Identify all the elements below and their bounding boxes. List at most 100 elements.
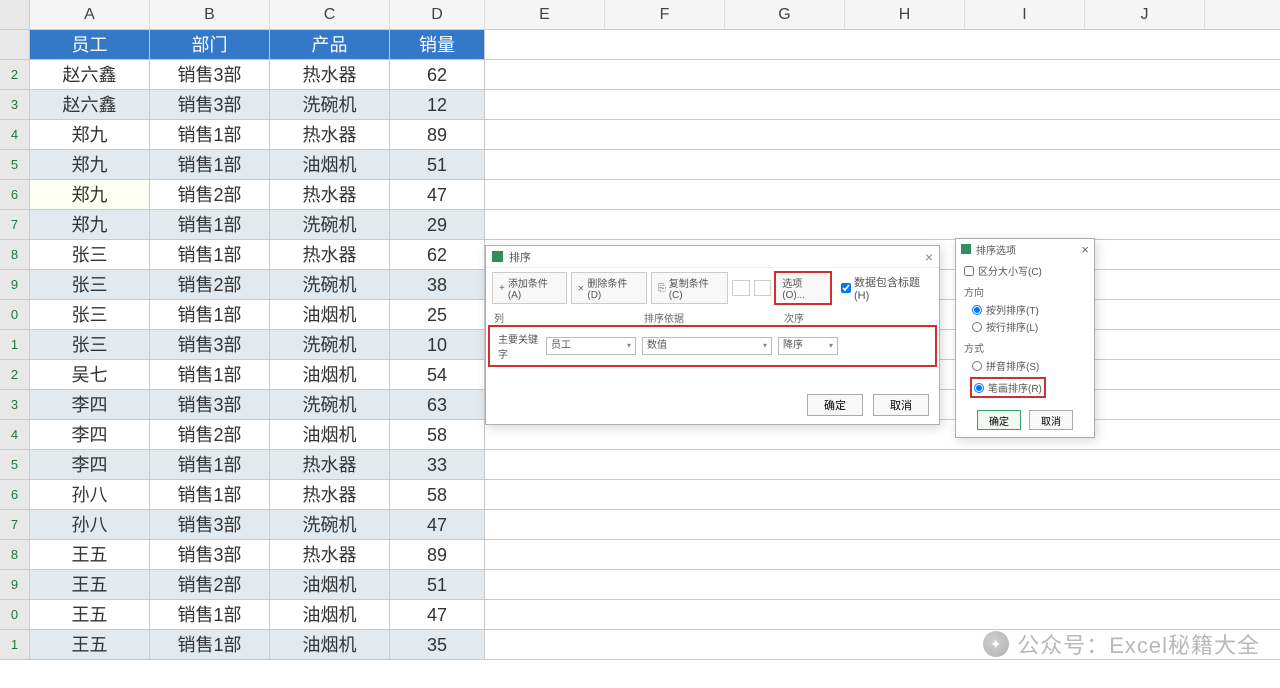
cell-product[interactable]: 热水器 <box>270 540 390 569</box>
move-up-button[interactable] <box>732 280 750 296</box>
cell-product[interactable]: 热水器 <box>270 450 390 479</box>
move-down-button[interactable] <box>754 280 772 296</box>
cell-department[interactable]: 销售1部 <box>150 480 270 509</box>
cell-employee[interactable]: 赵六鑫 <box>30 90 150 119</box>
cell-department[interactable]: 销售1部 <box>150 600 270 629</box>
cell-employee[interactable]: 王五 <box>30 570 150 599</box>
cell-quantity[interactable]: 38 <box>390 270 485 299</box>
cell-quantity[interactable]: 51 <box>390 150 485 179</box>
cell-quantity[interactable]: 33 <box>390 450 485 479</box>
add-condition-button[interactable]: 添加条件(A) <box>492 272 567 304</box>
cell-employee[interactable]: 孙八 <box>30 480 150 509</box>
sort-order-dropdown[interactable]: 降序▾ <box>778 337 838 355</box>
sort-left-to-right-radio[interactable]: 按行排序(L) <box>972 319 1086 334</box>
cell-employee[interactable]: 李四 <box>30 420 150 449</box>
cell-product[interactable]: 洗碗机 <box>270 210 390 239</box>
cell-department[interactable]: 销售1部 <box>150 450 270 479</box>
cell-department[interactable]: 销售1部 <box>150 300 270 329</box>
cell-department[interactable]: 销售1部 <box>150 210 270 239</box>
delete-condition-button[interactable]: 删除条件(D) <box>571 272 647 304</box>
cell-product[interactable]: 油烟机 <box>270 600 390 629</box>
cell-product[interactable]: 油烟机 <box>270 570 390 599</box>
row-number[interactable]: 4 <box>0 120 30 149</box>
cell-department[interactable]: 销售2部 <box>150 420 270 449</box>
header-cell[interactable]: 员工 <box>30 30 150 59</box>
cell-quantity[interactable]: 25 <box>390 300 485 329</box>
cell-product[interactable]: 洗碗机 <box>270 390 390 419</box>
cell-department[interactable]: 销售3部 <box>150 510 270 539</box>
cell-product[interactable]: 热水器 <box>270 480 390 509</box>
row-number[interactable]: 6 <box>0 480 30 509</box>
sort-on-dropdown[interactable]: 数值▾ <box>642 337 772 355</box>
cell-employee[interactable]: 郑九 <box>30 180 150 209</box>
col-header-C[interactable]: C <box>270 0 390 29</box>
cell-quantity[interactable]: 89 <box>390 120 485 149</box>
row-number[interactable]: 3 <box>0 90 30 119</box>
cell-quantity[interactable]: 47 <box>390 510 485 539</box>
col-header-E[interactable]: E <box>485 0 605 29</box>
cell-department[interactable]: 销售2部 <box>150 270 270 299</box>
cell-quantity[interactable]: 51 <box>390 570 485 599</box>
sort-ok-button[interactable]: 确定 <box>807 394 863 416</box>
cell-quantity[interactable]: 63 <box>390 390 485 419</box>
cell-department[interactable]: 销售2部 <box>150 570 270 599</box>
row-number[interactable]: 5 <box>0 450 30 479</box>
options-cancel-button[interactable]: 取消 <box>1029 410 1073 430</box>
cell-employee[interactable]: 张三 <box>30 270 150 299</box>
cell-department[interactable]: 销售3部 <box>150 540 270 569</box>
cell-quantity[interactable]: 62 <box>390 240 485 269</box>
header-checkbox-input[interactable] <box>841 283 851 293</box>
cell-quantity[interactable]: 62 <box>390 60 485 89</box>
header-cell[interactable]: 销量 <box>390 30 485 59</box>
row-number[interactable]: 0 <box>0 300 30 329</box>
cell-employee[interactable]: 王五 <box>30 540 150 569</box>
cell-employee[interactable]: 孙八 <box>30 510 150 539</box>
cell-quantity[interactable]: 89 <box>390 540 485 569</box>
cell-quantity[interactable]: 10 <box>390 330 485 359</box>
case-checkbox-input[interactable] <box>964 266 974 276</box>
row-number[interactable]: 7 <box>0 210 30 239</box>
row-number[interactable]: 1 <box>0 330 30 359</box>
cell-department[interactable]: 销售2部 <box>150 180 270 209</box>
row-number[interactable]: 1 <box>0 630 30 659</box>
copy-condition-button[interactable]: 复制条件(C) <box>651 272 728 304</box>
pinyin-sort-radio[interactable]: 拼音排序(S) <box>972 358 1086 373</box>
row-number[interactable]: 8 <box>0 240 30 269</box>
sort-dialog-titlebar[interactable]: 排序 × <box>486 246 939 268</box>
cell-product[interactable]: 洗碗机 <box>270 270 390 299</box>
cell-employee[interactable]: 郑九 <box>30 120 150 149</box>
options-dialog-titlebar[interactable]: 排序选项 × <box>956 239 1094 259</box>
cell-product[interactable]: 洗碗机 <box>270 90 390 119</box>
header-cell[interactable]: 部门 <box>150 30 270 59</box>
row-number[interactable]: 8 <box>0 540 30 569</box>
cell-quantity[interactable]: 12 <box>390 90 485 119</box>
col-header-H[interactable]: H <box>845 0 965 29</box>
row-number[interactable]: 2 <box>0 60 30 89</box>
header-cell[interactable]: 产品 <box>270 30 390 59</box>
col-header-G[interactable]: G <box>725 0 845 29</box>
cell-department[interactable]: 销售1部 <box>150 120 270 149</box>
cell-product[interactable]: 油烟机 <box>270 630 390 659</box>
cell-employee[interactable]: 李四 <box>30 390 150 419</box>
cell-product[interactable]: 热水器 <box>270 180 390 209</box>
cell-department[interactable]: 销售1部 <box>150 150 270 179</box>
col-header-A[interactable]: A <box>30 0 150 29</box>
cell-employee[interactable]: 吴七 <box>30 360 150 389</box>
col-header-J[interactable]: J <box>1085 0 1205 29</box>
cell-product[interactable]: 洗碗机 <box>270 510 390 539</box>
cell-product[interactable]: 热水器 <box>270 120 390 149</box>
cell-product[interactable]: 油烟机 <box>270 150 390 179</box>
cell-department[interactable]: 销售3部 <box>150 330 270 359</box>
cell-employee[interactable]: 郑九 <box>30 210 150 239</box>
row-number[interactable]: 5 <box>0 150 30 179</box>
cell-department[interactable]: 销售1部 <box>150 240 270 269</box>
cell-employee[interactable]: 王五 <box>30 630 150 659</box>
cell-employee[interactable]: 王五 <box>30 600 150 629</box>
cell-product[interactable]: 油烟机 <box>270 420 390 449</box>
cell-product[interactable]: 洗碗机 <box>270 330 390 359</box>
col-header-B[interactable]: B <box>150 0 270 29</box>
sort-cancel-button[interactable]: 取消 <box>873 394 929 416</box>
cell-product[interactable]: 热水器 <box>270 240 390 269</box>
row-number[interactable]: 3 <box>0 390 30 419</box>
row-number[interactable]: 0 <box>0 600 30 629</box>
